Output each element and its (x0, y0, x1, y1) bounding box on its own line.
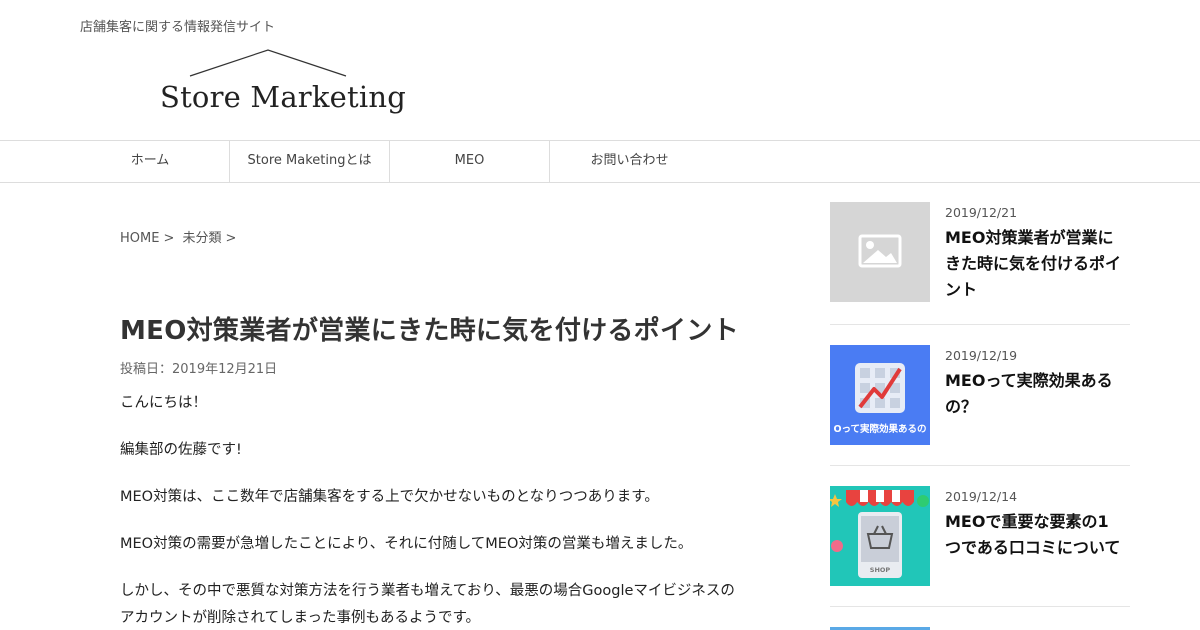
nav-item-contact[interactable]: お問い合わせ (549, 141, 709, 182)
post-thumbnail[interactable]: Oって実際効果あるの (830, 345, 930, 445)
post-date: 2019/12/21 (945, 205, 1018, 220)
breadcrumb-separator: > (225, 231, 237, 246)
breadcrumb: HOME > 未分類 > (120, 227, 240, 246)
site-logo[interactable]: Store Marketing (158, 48, 406, 120)
sidebar-post[interactable]: Oって実際効果あるの 2019/12/19 MEOって実際効果あるの？ (830, 345, 1130, 445)
breadcrumb-home[interactable]: HOME (120, 231, 159, 246)
divider (830, 606, 1130, 607)
nav-item-meo[interactable]: MEO (389, 141, 549, 182)
article-paragraph: MEO対策は、ここ数年で店舗集客をする上で欠かせないものとなりつつあります。 (120, 489, 659, 505)
roof-line-icon (189, 49, 347, 77)
divider (830, 324, 1130, 325)
post-thumbnail[interactable]: SHOP (830, 486, 930, 586)
article-title: MEO対策業者が営業にきた時に気を付けるポイント (120, 316, 739, 346)
post-title[interactable]: MEOって実際効果あるの？ (945, 368, 1123, 420)
breadcrumb-category[interactable]: 未分類 (183, 231, 222, 246)
article-paragraph: アカウントが削除されてしまった事例もあるようです。 (120, 610, 481, 626)
article-paragraph: しかし、その中で悪質な対策方法を行う業者も増えており、最悪の場合Googleマイ… (120, 583, 735, 599)
post-date: 2019/12/14 (945, 489, 1018, 504)
divider (830, 465, 1130, 466)
thumbnail-caption: Oって実際効果あるの (833, 424, 927, 435)
post-title[interactable]: MEOで重要な要素の1つである口コミについて (945, 509, 1123, 561)
article-paragraph: こんにちは！ (120, 395, 207, 411)
site-tagline: 店舗集客に関する情報発信サイト (80, 20, 276, 35)
post-title[interactable]: MEO対策業者が営業にきた時に気を付けるポイント (945, 225, 1123, 303)
post-thumbnail[interactable] (830, 202, 930, 302)
logo-text: Store Marketing (160, 80, 406, 114)
breadcrumb-separator: > (163, 231, 175, 246)
article-paragraph: MEO対策の需要が急増したことにより、それに付随してMEO対策の営業も増えました… (120, 536, 693, 552)
post-date: 2019/12/19 (945, 348, 1018, 363)
article-posted-date: 投稿日：2019年12月21日 (120, 362, 278, 377)
thumbnail-caption: SHOP (869, 566, 891, 574)
nav-item-home[interactable]: ホーム (70, 141, 230, 182)
image-placeholder-icon (858, 234, 902, 268)
sidebar-post[interactable]: 2019/12/21 MEO対策業者が営業にきた時に気を付けるポイント (830, 202, 1130, 302)
nav-item-about[interactable]: Store Maketingとは (229, 141, 389, 182)
article-paragraph: 編集部の佐藤です! (120, 442, 242, 458)
sidebar-post[interactable]: SHOP 2019/12/14 MEOで重要な要素の1つである口コミについて (830, 486, 1130, 586)
main-nav: ホーム Store Maketingとは MEO お問い合わせ (0, 140, 1200, 183)
